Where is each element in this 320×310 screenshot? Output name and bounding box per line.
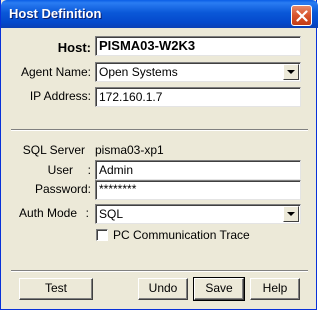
password-label: Password:: [34, 182, 91, 196]
agent-name-value: Open Systems: [99, 65, 178, 79]
agent-name-label: Agent Name:: [20, 65, 91, 79]
window-title: Host Definition: [9, 6, 102, 21]
password-field[interactable]: ********: [95, 180, 301, 200]
test-button[interactable]: Test: [19, 278, 93, 300]
pc-trace-label[interactable]: PC Communication Trace: [113, 228, 250, 242]
agent-name-dropdown-button[interactable]: [283, 64, 299, 80]
title-bar[interactable]: Host Definition: [1, 0, 318, 28]
sql-server-value: pisma03-xp1: [95, 143, 164, 157]
auth-mode-select[interactable]: SQL: [95, 204, 301, 224]
user-field[interactable]: Admin: [95, 160, 301, 180]
buttons-separator: [11, 270, 308, 272]
ip-address-label: IP Address:: [29, 89, 91, 103]
close-button[interactable]: [291, 5, 312, 26]
section-separator: [11, 129, 308, 131]
agent-name-select[interactable]: Open Systems: [95, 62, 301, 82]
undo-button[interactable]: Undo: [138, 278, 188, 300]
save-button[interactable]: Save: [193, 277, 245, 301]
user-label: User: [47, 163, 73, 177]
auth-mode-dropdown-button[interactable]: [283, 206, 299, 222]
auth-mode-label: Auth Mode: [18, 206, 77, 220]
pc-trace-checkbox[interactable]: [96, 229, 108, 241]
host-field[interactable]: PISMA03-W2K3: [95, 36, 301, 56]
sql-server-label: SQL Server: [22, 143, 85, 157]
host-definition-dialog: Host Definition Host: PISMA03-W2K3 Agent…: [0, 0, 318, 310]
save-button-label: Save: [205, 281, 233, 295]
user-colon: :: [87, 163, 91, 177]
help-button[interactable]: Help: [250, 278, 300, 300]
auth-mode-value: SQL: [99, 207, 124, 221]
auth-mode-colon: :: [85, 206, 89, 220]
ip-address-field[interactable]: 172.160.1.7: [95, 87, 301, 107]
host-label: Host:: [57, 40, 91, 55]
